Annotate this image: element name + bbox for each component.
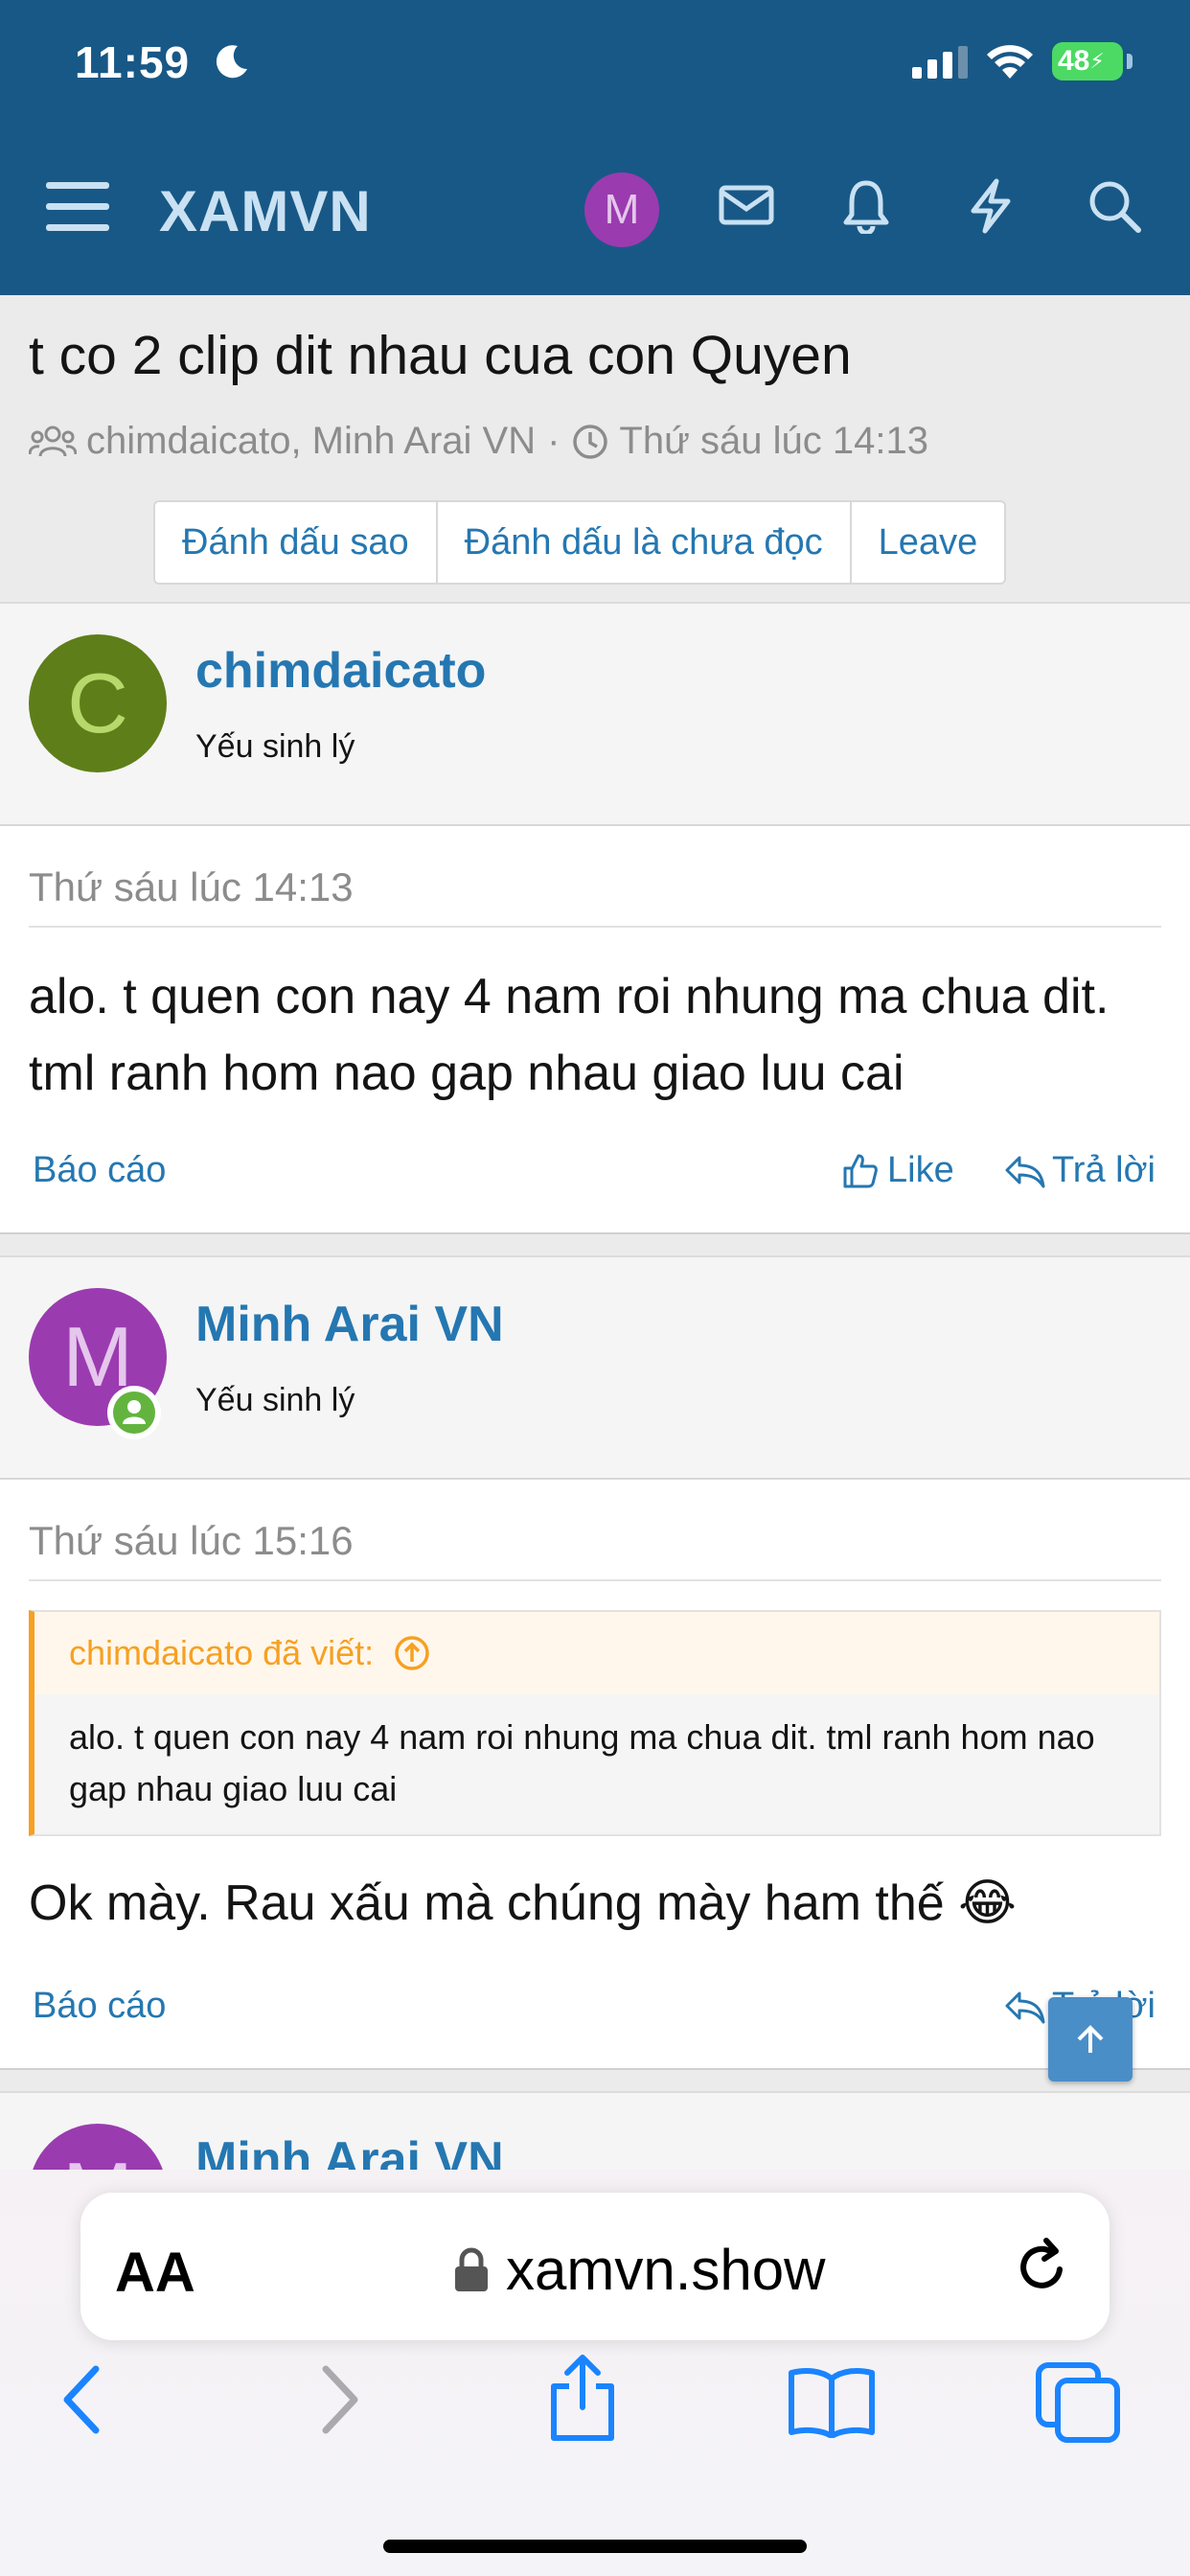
browser-toolbar: AA xamvn.show — [0, 2170, 1190, 2576]
tabs-icon[interactable] — [1035, 2361, 1123, 2444]
post-text: Ok mày. Rau xấu mà chúng mày ham thế 😂 — [29, 1875, 1017, 1931]
search-icon[interactable] — [1087, 178, 1142, 234]
like-label: Like — [887, 1150, 954, 1190]
quote-author[interactable]: chimdaicato đã viết: — [69, 1633, 374, 1673]
user-avatar[interactable]: M — [584, 172, 659, 247]
like-button[interactable]: Like — [841, 1150, 954, 1191]
users-icon — [29, 426, 77, 456]
mark-unread-button[interactable]: Đánh dấu là chưa đọc — [438, 502, 852, 583]
post-date[interactable]: Thứ sáu lúc 14:13 — [29, 864, 354, 910]
battery-tip — [1127, 54, 1133, 69]
cellular-signal-icon — [912, 46, 968, 79]
divider — [29, 1579, 1161, 1581]
thread-title: t co 2 clip dit nhau cua con Quyen — [29, 325, 852, 386]
status-time: 11:59 — [75, 37, 191, 87]
moon-icon — [216, 45, 247, 79]
online-status-icon — [107, 1386, 161, 1439]
forward-icon[interactable] — [316, 2361, 364, 2438]
bell-icon[interactable] — [841, 178, 891, 234]
post-separator — [0, 1232, 1190, 1257]
reader-settings-button[interactable]: AA — [115, 2241, 195, 2305]
thread-meta: chimdaicato, Minh Arai VN · Thứ sáu lúc … — [29, 420, 928, 463]
reply-button[interactable]: Trả lời — [1004, 1150, 1156, 1191]
avatar[interactable]: C — [29, 634, 167, 772]
post-user-block: M Minh Arai VN Yếu sinh lý — [0, 1255, 1190, 1480]
app-header: 11:59 48 ⚡ XAMVN M — [0, 0, 1190, 295]
meta-separator: · — [547, 420, 561, 462]
battery-indicator: 48 ⚡ — [1052, 42, 1123, 80]
reply-label: Trả lời — [1052, 1150, 1156, 1190]
post-body: Thứ sáu lúc 15:16 chimdaicato đã viết: a… — [0, 1480, 1190, 2068]
arrow-up-circle-icon[interactable] — [393, 1634, 431, 1672]
quote-block: chimdaicato đã viết: alo. t quen con nay… — [29, 1610, 1161, 1836]
username[interactable]: chimdaicato — [195, 642, 486, 700]
scroll-to-top-button[interactable] — [1048, 1997, 1133, 2082]
thread-header: t co 2 clip dit nhau cua con Quyen chimd… — [0, 295, 1190, 602]
user-title: Yếu sinh lý — [195, 728, 355, 765]
back-icon[interactable] — [57, 2361, 105, 2438]
home-indicator — [383, 2540, 807, 2553]
reply-icon — [1005, 1991, 1045, 2023]
report-link[interactable]: Báo cáo — [33, 1150, 166, 1191]
username[interactable]: Minh Arai VN — [195, 1296, 504, 1353]
quote-header[interactable]: chimdaicato đã viết: — [34, 1612, 1159, 1694]
quote-text: alo. t quen con nay 4 nam roi nhung ma c… — [69, 1717, 1095, 1808]
lightning-icon[interactable] — [966, 178, 1016, 234]
post-body: Thứ sáu lúc 14:13 alo. t quen con nay 4 … — [0, 826, 1190, 1232]
post-date[interactable]: Thứ sáu lúc 15:16 — [29, 1518, 354, 1564]
wifi-icon — [987, 45, 1033, 79]
divider — [29, 926, 1161, 928]
lock-icon — [455, 2247, 488, 2291]
star-button[interactable]: Đánh dấu sao — [155, 502, 438, 583]
report-link[interactable]: Báo cáo — [33, 1986, 166, 2027]
post-text: alo. t quen con nay 4 nam roi nhung ma c… — [29, 969, 1110, 1101]
address-bar[interactable]: AA xamvn.show — [80, 2193, 1110, 2340]
reply-icon — [1005, 1156, 1045, 1187]
leave-button[interactable]: Leave — [852, 502, 1005, 583]
thread-participants[interactable]: chimdaicato, Minh Arai VN — [86, 420, 536, 463]
share-icon[interactable] — [544, 2352, 621, 2444]
user-title: Yếu sinh lý — [195, 1382, 355, 1418]
url-text: xamvn.show — [506, 2238, 826, 2302]
post-separator — [0, 2068, 1190, 2093]
site-logo[interactable]: XAMVN — [159, 178, 372, 244]
thread-date: Thứ sáu lúc 14:13 — [619, 420, 928, 462]
bookmarks-icon[interactable] — [786, 2365, 878, 2438]
menu-icon[interactable] — [46, 180, 109, 234]
url-display[interactable]: xamvn.show — [454, 2237, 825, 2303]
inbox-icon[interactable] — [719, 178, 774, 232]
post-user-block: C chimdaicato Yếu sinh lý — [0, 602, 1190, 826]
arrow-up-icon — [1077, 2025, 1104, 2053]
thumbs-up-icon — [843, 1154, 878, 1187]
clock-icon — [573, 424, 608, 459]
reload-icon[interactable] — [1012, 2235, 1073, 2296]
thread-action-buttons: Đánh dấu sao Đánh dấu là chưa đọc Leave — [153, 500, 1007, 585]
